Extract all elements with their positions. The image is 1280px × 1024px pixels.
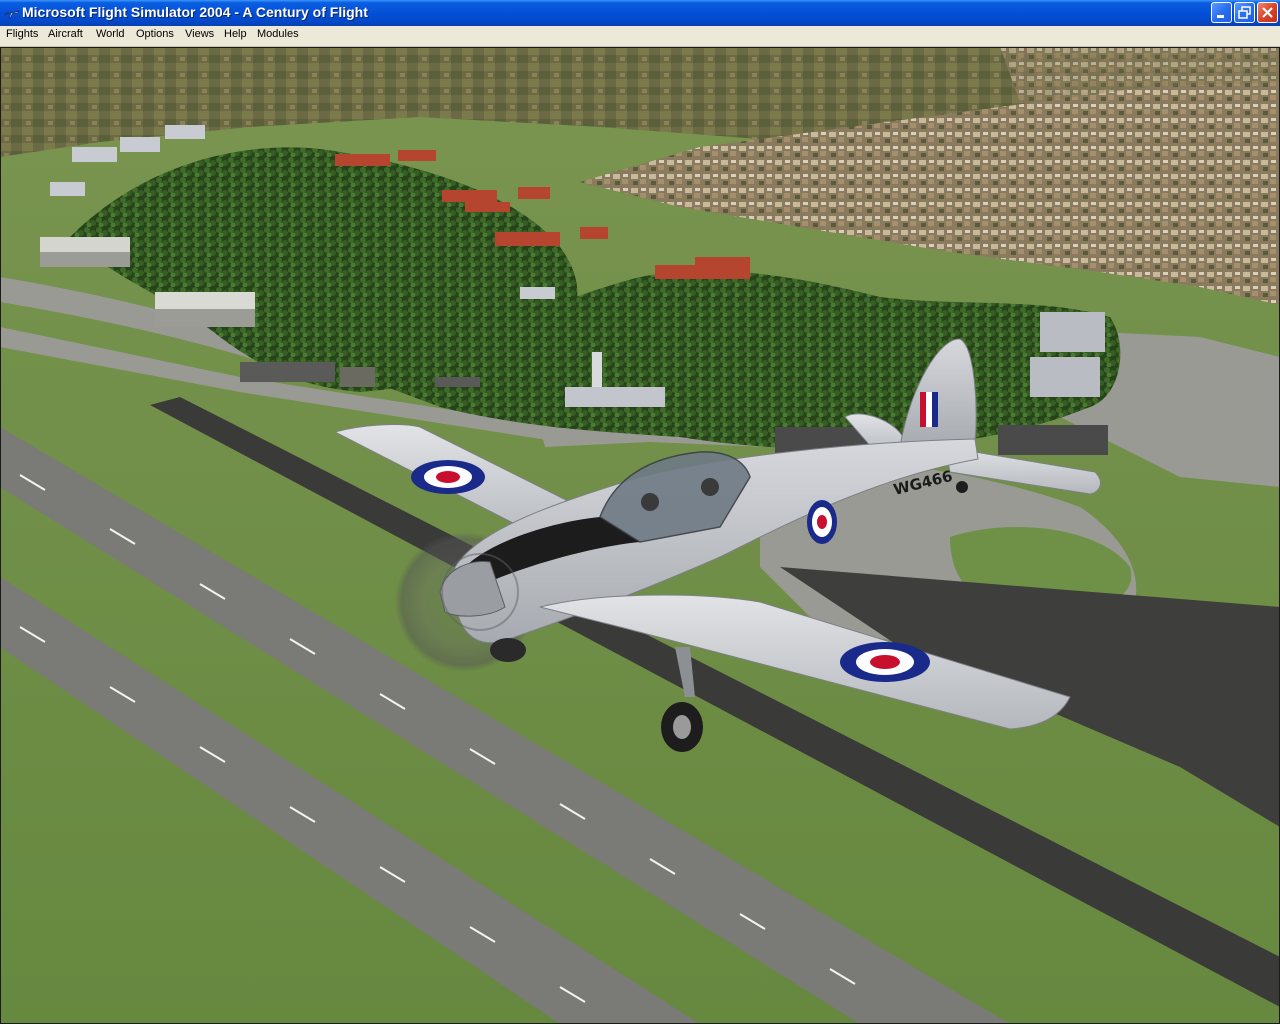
roundel-near-wing — [840, 642, 930, 682]
window-title: Microsoft Flight Simulator 2004 - A Cent… — [22, 4, 368, 20]
menu-modules[interactable]: Modules — [256, 28, 300, 40]
menu-aircraft[interactable]: Aircraft — [47, 28, 84, 40]
menu-views[interactable]: Views — [184, 28, 215, 40]
menu-bar: Flights Aircraft World Options Views Hel… — [0, 26, 1280, 47]
app-window: Microsoft Flight Simulator 2004 - A Cent… — [0, 0, 1280, 1024]
airplane-app-icon — [4, 10, 20, 19]
fin-flash-blue — [932, 392, 938, 427]
close-button[interactable] — [1257, 2, 1278, 23]
minimize-icon — [1217, 15, 1224, 18]
roundel-fuselage — [807, 500, 837, 544]
menu-flights[interactable]: Flights — [5, 28, 39, 40]
minimize-button[interactable] — [1211, 2, 1232, 23]
fin-flash-red — [920, 392, 926, 427]
scenery-render: WG466 — [0, 47, 1280, 1024]
restore-icon — [1238, 6, 1251, 19]
title-bar[interactable]: Microsoft Flight Simulator 2004 - A Cent… — [0, 0, 1280, 26]
menu-world[interactable]: World — [95, 28, 126, 40]
flight-viewport[interactable]: WG466 — [0, 47, 1280, 1024]
restore-button[interactable] — [1234, 2, 1255, 23]
close-icon — [1262, 7, 1273, 18]
menu-options[interactable]: Options — [135, 28, 175, 40]
fin-flash-white — [926, 392, 932, 427]
roundel-far-wing — [411, 460, 485, 494]
menu-help[interactable]: Help — [223, 28, 248, 40]
